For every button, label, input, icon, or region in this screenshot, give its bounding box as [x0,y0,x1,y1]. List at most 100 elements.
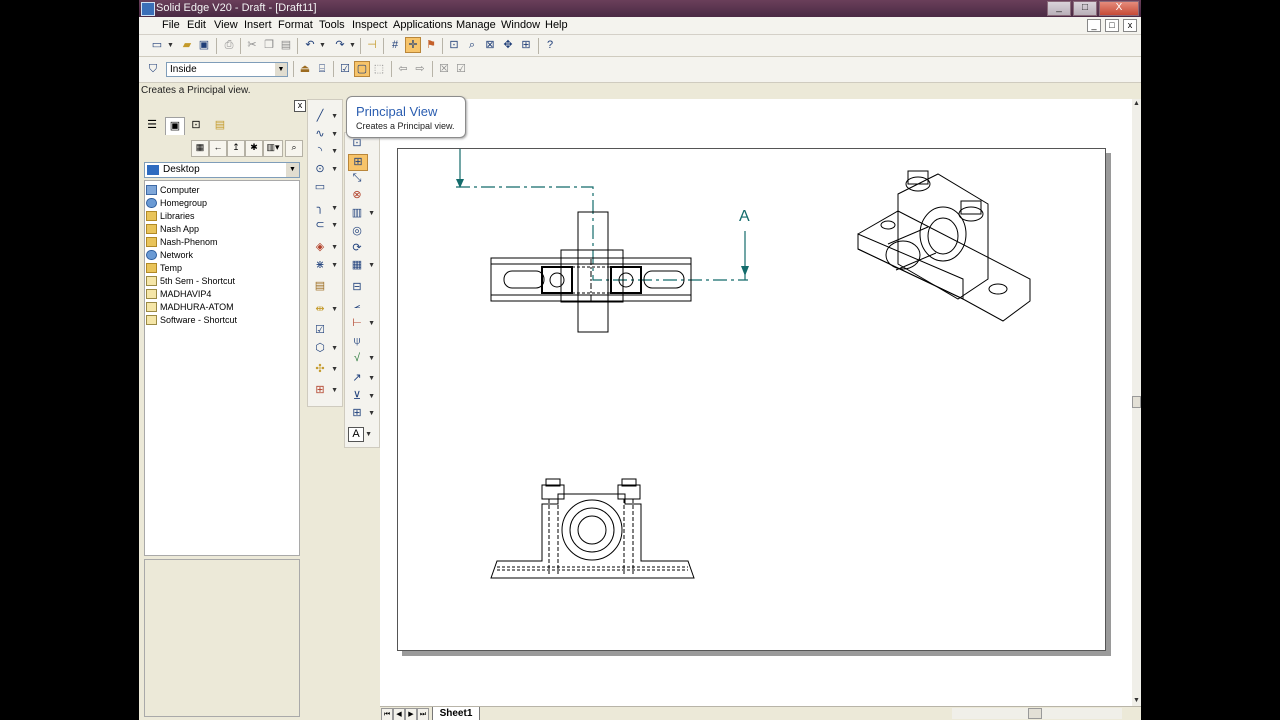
section-view-icon[interactable]: ⊗ [348,188,366,203]
scroll-thumb[interactable] [1132,396,1141,408]
select-tool-icon[interactable]: ⊣ [364,37,380,53]
mdi-restore-button[interactable]: □ [1105,19,1119,32]
detail-view-icon[interactable]: ▥ ▼ [348,206,375,221]
menu-edit[interactable]: Edit [187,19,206,31]
redo-dropdown-icon[interactable]: ▼ [349,42,356,49]
line-icon[interactable]: ╱ ▼ [311,109,338,124]
pattern-icon[interactable]: ⋇ ▼ [311,258,338,273]
search-icon[interactable]: ⌕ [285,140,303,157]
weld-symbol-icon[interactable]: ⍦ [348,334,366,349]
drawing-view-wizard-icon[interactable]: ⊡ [348,136,366,151]
first-sheet-icon[interactable]: ⏮ [381,708,393,720]
location-select[interactable]: Desktop ▼ [144,162,300,178]
undo-dropdown-icon[interactable]: ▼ [319,42,326,49]
mdi-close-button[interactable]: x [1123,19,1137,32]
scroll-thumb[interactable] [1028,708,1042,719]
menu-tools[interactable]: Tools [319,19,345,31]
list-item[interactable]: Homegroup [146,197,207,210]
menu-insert[interactable]: Insert [244,19,272,31]
redo-icon[interactable]: ↷ [332,37,348,53]
menu-inspect[interactable]: Inspect [352,19,387,31]
new-folder-icon[interactable]: ✱ [245,140,263,157]
3d-view-icon[interactable]: ⬡ ▼ [311,341,338,356]
menu-window[interactable]: Window [501,19,540,31]
undo-icon[interactable]: ↶ [302,37,318,53]
scale-icon[interactable]: ⌸ [314,61,330,77]
menu-manage[interactable]: Manage [456,19,496,31]
pane-close-button[interactable]: x [294,100,306,112]
list-item[interactable]: 5th Sem - Shortcut [146,275,235,288]
views-icon[interactable]: ▦ [191,140,209,157]
list-item[interactable]: Nash-Phenom [146,236,218,249]
drawing-canvas[interactable]: A [380,99,1132,706]
cut-icon[interactable]: ✂ [244,37,260,53]
scroll-down-icon[interactable]: ▼ [1132,696,1141,706]
feature-control-icon[interactable]: ⊞ ▼ [348,406,375,421]
list-item[interactable]: Temp [146,262,182,275]
prev-sheet-icon[interactable]: ◀ [393,708,405,720]
rectangle-icon[interactable]: ▭ [311,180,329,195]
layers-tab-icon[interactable]: ☰ [143,117,161,134]
text-icon[interactable]: A ▼ [348,427,372,442]
surface-texture-icon[interactable]: √ ▼ [348,351,375,366]
list-item[interactable]: Libraries [146,210,195,223]
paste-icon[interactable]: ▤ [278,37,294,53]
mdi-minimize-button[interactable]: _ [1087,19,1101,32]
new-dropdown-icon[interactable]: ▼ [167,42,174,49]
view-tool-icon[interactable]: ⊞ [518,37,534,53]
chevron-down-icon[interactable]: ▼ [286,163,299,177]
dimension-axis-icon[interactable]: ⊢ ▼ [348,316,375,331]
update-view-icon[interactable]: ⟳ [348,241,366,256]
list-item[interactable]: Nash App [146,223,199,236]
list-item[interactable]: Computer [146,184,200,197]
chevron-down-icon[interactable]: ▼ [275,63,287,76]
dimension-icon[interactable]: ⇹ ▼ [311,302,338,317]
open-folder-icon[interactable]: ▰ [179,37,195,53]
relate-icon[interactable]: ☑ [311,323,329,338]
back-icon[interactable]: ← [209,140,227,157]
curve-icon[interactable]: ∿ ▼ [311,127,338,142]
arc-icon[interactable]: ◝ ▼ [311,144,338,159]
minimize-button[interactable]: _ [1047,1,1071,16]
list-item[interactable]: Software - Shortcut [146,314,237,327]
forward-arrow-icon[interactable]: ⇨ [412,61,428,77]
horizontal-scrollbar[interactable] [952,708,1122,719]
scroll-up-icon[interactable]: ▲ [1132,99,1141,109]
maximize-button[interactable]: □ [1073,1,1097,16]
dashed-box-icon[interactable]: ⬚ [371,61,387,77]
fit-icon[interactable]: ⊠ [482,37,498,53]
fill-icon[interactable]: ◈ ▼ [311,240,338,255]
relationship-handles-icon[interactable]: ⚑ [423,37,439,53]
last-sheet-icon[interactable]: ⏭ [417,708,429,720]
principal-view-icon[interactable]: ⊞ [348,154,368,171]
copy-icon[interactable]: ❐ [261,37,277,53]
finish-icon[interactable]: ☑ [453,61,469,77]
fillet-icon[interactable]: ╮ ▼ [311,201,338,216]
intellisketch-icon[interactable]: ✛ [405,37,421,53]
library-tab-icon[interactable]: ▣ [165,117,185,135]
angle-icon[interactable]: ⦟ [348,298,366,313]
broken-view-icon[interactable]: ◎ [348,224,366,239]
fit-type-select[interactable]: Inside ▼ [166,62,288,77]
view-mode-icon[interactable]: ▥▾ [263,140,283,157]
list-item[interactable]: MADHURA-ATOM [146,301,234,314]
cancel-icon[interactable]: ☒ [436,61,452,77]
back-arrow-icon[interactable]: ⇦ [395,61,411,77]
trim-icon[interactable]: ⊂ ▼ [311,218,338,233]
menu-help[interactable]: Help [545,19,568,31]
pan-icon[interactable]: ✥ [500,37,516,53]
symbol-icon[interactable]: ⊞ ▼ [311,383,338,398]
move-icon[interactable]: ✣ ▼ [311,362,338,377]
circle-icon[interactable]: ⊙ ▼ [311,162,338,177]
view-orientation-icon[interactable]: ⏏ [297,61,313,77]
options-icon[interactable]: ⛉ [145,61,161,77]
print-icon[interactable]: ⎙ [221,37,237,53]
up-folder-icon[interactable]: ↥ [227,140,245,157]
close-button[interactable]: X [1099,1,1139,16]
groups-tab-icon[interactable]: ⊡ [187,117,205,134]
save-icon[interactable]: ▣ [196,37,212,53]
leader-icon[interactable]: ↗ ▼ [348,371,375,386]
zoom-icon[interactable]: ⌕ [464,37,480,53]
drawing-sheet[interactable]: A [397,148,1106,651]
menu-format[interactable]: Format [278,19,313,31]
